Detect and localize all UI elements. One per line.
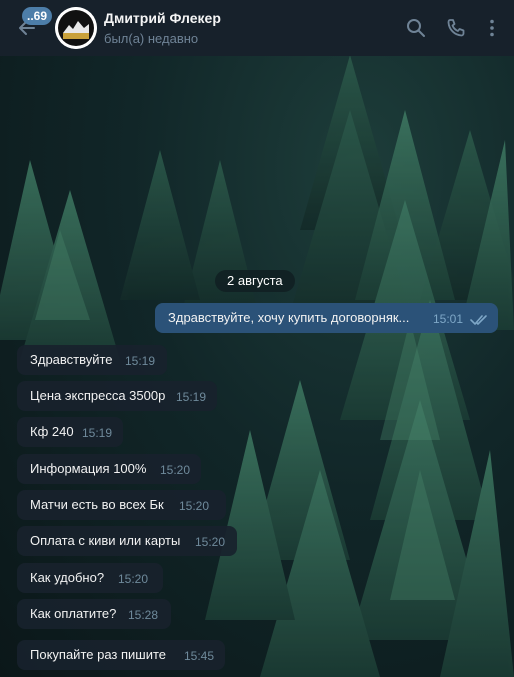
- incoming-message[interactable]: Оплата с киви или карты 15:20: [17, 526, 237, 556]
- message-text: Кф 240: [30, 424, 74, 439]
- outgoing-message[interactable]: Здравствуйте, хочу купить договорняк... …: [155, 303, 498, 333]
- message-time: 15:45: [184, 649, 215, 663]
- message-text: Оплата с киви или карты: [30, 533, 181, 548]
- chat-status: был(а) недавно: [104, 31, 199, 46]
- message-time: 15:19: [82, 426, 113, 440]
- incoming-message[interactable]: Матчи есть во всех Бк 15:20: [17, 490, 226, 520]
- message-time: 15:20: [118, 572, 149, 586]
- message-time: 15:01: [433, 312, 464, 326]
- incoming-message[interactable]: Здравствуйте 15:19: [17, 345, 167, 375]
- message-text: Как оплатите?: [30, 606, 117, 621]
- search-icon: [407, 19, 425, 37]
- message-text: Покупайте раз пишите: [30, 647, 167, 662]
- message-time: 15:19: [176, 390, 207, 404]
- message-text: Здравствуйте: [30, 352, 113, 367]
- message-text: Как удобно?: [30, 570, 105, 585]
- message-time: 15:20: [179, 499, 210, 513]
- message-time: 15:28: [128, 608, 159, 622]
- message-text: Матчи есть во всех Бк: [30, 497, 164, 512]
- more-menu-button[interactable]: [481, 17, 503, 39]
- double-check-icon: [470, 315, 487, 326]
- avatar-logo-image: [55, 7, 97, 49]
- message-time: 15:20: [160, 463, 191, 477]
- message-time: 15:20: [195, 535, 226, 549]
- incoming-message[interactable]: Информация 100% 15:20: [17, 454, 201, 484]
- message-time: 15:19: [125, 354, 156, 368]
- incoming-message[interactable]: Кф 240 15:19: [17, 417, 123, 447]
- phone-icon: [447, 19, 465, 37]
- incoming-message[interactable]: Покупайте раз пишите 15:45: [17, 640, 225, 670]
- call-button[interactable]: [445, 17, 467, 39]
- message-text: Цена экспресса 3500р: [30, 388, 166, 403]
- chat-header: ..69 Дмитрий Флекер был(а) недавно: [0, 0, 514, 56]
- incoming-message[interactable]: Цена экспресса 3500р 15:19: [17, 381, 217, 411]
- message-text: Информация 100%: [30, 461, 147, 476]
- date-separator: 2 августа: [215, 270, 295, 292]
- incoming-message[interactable]: Как удобно? 15:20: [17, 563, 163, 593]
- chat-title[interactable]: Дмитрий Флекер: [104, 10, 221, 26]
- unread-count-badge: ..69: [22, 7, 53, 25]
- more-vert-icon: [490, 19, 494, 37]
- avatar[interactable]: [55, 7, 97, 49]
- search-button[interactable]: [405, 17, 427, 39]
- incoming-message[interactable]: Как оплатите? 15:28: [17, 599, 171, 629]
- message-text: Здравствуйте, хочу купить договорняк...: [168, 310, 410, 325]
